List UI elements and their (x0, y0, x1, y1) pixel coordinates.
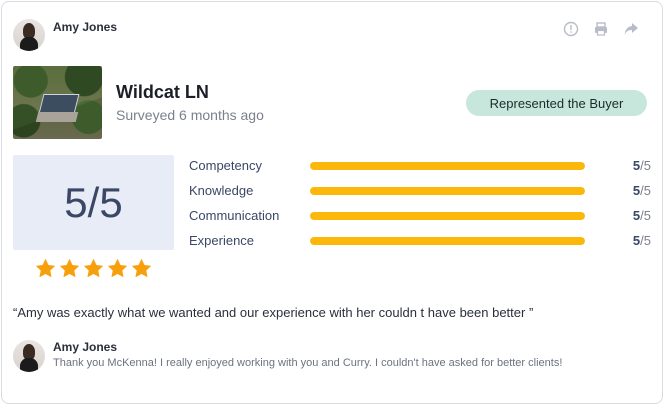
card-actions (562, 20, 640, 38)
metric-bar-fill (310, 187, 585, 195)
metric-row: Communication 5/5 (189, 205, 651, 230)
star-icon (59, 258, 80, 278)
metric-bar (310, 212, 585, 220)
review-card: Amy Jones Wildcat LN Surveyed 6 months a… (1, 1, 663, 404)
property-title[interactable]: Wildcat LN (116, 82, 209, 103)
star-rating (34, 257, 153, 280)
metric-bar (310, 237, 585, 245)
star-icon (107, 258, 128, 278)
metric-score: 5/5 (632, 158, 651, 173)
print-icon[interactable] (592, 20, 610, 38)
metric-bar-fill (310, 237, 585, 245)
metric-bar-fill (310, 212, 585, 220)
star-icon (35, 258, 56, 278)
info-icon[interactable] (562, 20, 580, 38)
reply-avatar[interactable] (13, 340, 45, 372)
metric-row: Knowledge 5/5 (189, 180, 651, 205)
property-photo[interactable] (13, 66, 102, 139)
share-icon[interactable] (622, 20, 640, 38)
metric-label: Competency (189, 158, 262, 173)
star-icon (131, 258, 152, 278)
overall-score-box: 5/5 (13, 155, 174, 250)
metric-bar-fill (310, 162, 585, 170)
metric-label: Knowledge (189, 183, 254, 198)
metric-score: 5/5 (632, 183, 651, 198)
metric-label: Experience (189, 233, 255, 248)
review-quote: “Amy was exactly what we wanted and our … (13, 305, 534, 320)
metric-label: Communication (189, 208, 280, 223)
agent-avatar[interactable] (13, 19, 45, 51)
survey-date: Surveyed 6 months ago (116, 107, 264, 123)
overall-score: 5/5 (64, 178, 123, 226)
metric-score: 5/5 (632, 208, 651, 223)
metric-bar (310, 162, 585, 170)
rating-metrics: Competency 5/5 Knowledge 5/5 Communicati… (189, 155, 651, 255)
metric-score: 5/5 (632, 233, 651, 248)
metric-row: Competency 5/5 (189, 155, 651, 180)
agent-name[interactable]: Amy Jones (53, 20, 117, 34)
reply-author[interactable]: Amy Jones (53, 340, 117, 354)
star-icon (83, 258, 104, 278)
metric-row: Experience 5/5 (189, 230, 651, 255)
represented-badge: Represented the Buyer (466, 90, 647, 116)
reply-text: Thank you McKenna! I really enjoyed work… (53, 357, 563, 369)
metric-bar (310, 187, 585, 195)
